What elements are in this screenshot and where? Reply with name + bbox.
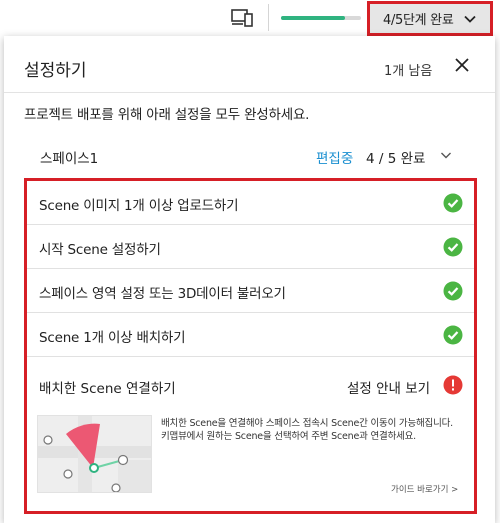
check-circle-icon [443,193,463,213]
tip-text: 배치한 Scene을 연결해야 스페이스 접속시 Scene간 이동이 가능해집… [161,417,469,443]
close-icon[interactable] [454,57,470,73]
progress-bar [281,16,361,20]
setup-guide-link[interactable]: 설정 안내 보기 [347,377,430,397]
check-circle-icon [443,237,463,257]
task-label: 시작 Scene 설정하기 [39,242,161,258]
top-bar: 4/5단계 완료 [0,0,500,36]
devices-icon[interactable] [231,9,253,27]
task-label: Scene 1개 이상 배치하기 [39,330,186,346]
remaining-count: 1개 남음 [384,64,433,79]
space-status: 편집중 [316,151,354,167]
task-item[interactable]: 시작 Scene 설정하기 [27,225,474,269]
setup-panel: 설정하기 1개 남음 프로젝트 배포를 위해 아래 설정을 모두 완성하세요. … [4,36,495,523]
task-label: 스페이스 영역 설정 또는 3D데이터 불러오기 [39,286,286,302]
space-progress: 4 / 5 완료 [366,151,426,167]
task-label: Scene 이미지 1개 이상 업로드하기 [39,198,239,214]
pending-task: 배치한 Scene 연결하기 설정 안내 보기 배치한 Scene을 연결해야 … [27,357,474,511]
progress-status-button[interactable]: 4/5단계 완료 [367,1,493,36]
keymap-illustration [37,415,152,493]
progress-bar-fill [281,16,345,20]
tip-line: 키맵뷰에서 원하는 Scene을 선택하여 주변 Scene과 연결하세요. [161,431,417,442]
chevron-down-icon [464,15,476,23]
chevron-down-icon [441,152,451,159]
space-selector[interactable]: 스페이스1 편집중 4 / 5 완료 [24,139,475,175]
task-label: 배치한 Scene 연결하기 [39,381,176,397]
toolbar-divider [268,4,269,31]
check-circle-icon [443,325,463,345]
panel-divider [4,92,495,93]
tip-line: 배치한 Scene을 연결해야 스페이스 접속시 Scene간 이동이 가능해집… [161,418,453,429]
task-item[interactable]: 스페이스 영역 설정 또는 3D데이터 불러오기 [27,269,474,313]
panel-description: 프로젝트 배포를 위해 아래 설정을 모두 완성하세요. [24,107,310,123]
task-item[interactable]: Scene 1개 이상 배치하기 [27,313,474,357]
progress-status-label: 4/5단계 완료 [383,13,454,28]
keymap-diagram [38,416,151,492]
check-circle-icon [443,281,463,301]
space-name: 스페이스1 [40,151,99,167]
guide-shortcut-link[interactable]: 가이드 바로가기 > [391,483,458,495]
alert-icon [443,375,463,395]
panel-title: 설정하기 [24,61,87,81]
task-item[interactable]: Scene 이미지 1개 이상 업로드하기 [27,181,474,225]
setup-checklist: Scene 이미지 1개 이상 업로드하기 시작 Scene 설정하기 스페이스… [24,178,477,514]
